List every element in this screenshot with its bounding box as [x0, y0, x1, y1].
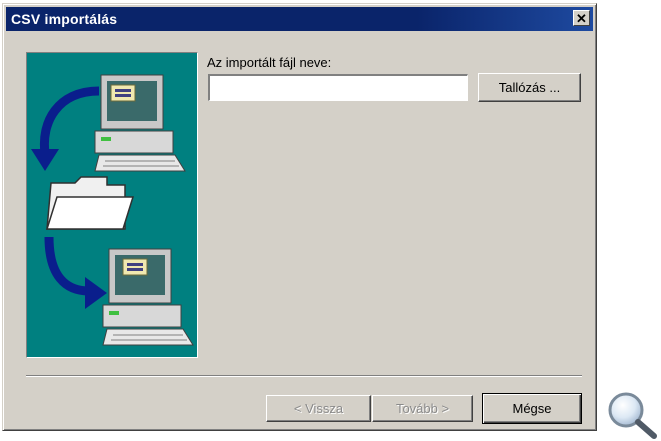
- magnifier-icon[interactable]: [604, 390, 660, 440]
- dialog-title: CSV importálás: [11, 11, 118, 27]
- file-name-input[interactable]: [208, 74, 468, 101]
- back-button[interactable]: < Vissza: [266, 395, 371, 422]
- arrow-icon: [44, 236, 107, 309]
- close-button[interactable]: ✕: [573, 10, 590, 26]
- computer-icon: [102, 248, 194, 346]
- close-icon: ✕: [576, 10, 587, 26]
- next-button[interactable]: Tovább >: [372, 395, 473, 422]
- file-name-label: Az importált fájl neve:: [207, 55, 332, 70]
- folder-icon: [45, 176, 135, 230]
- wizard-illustration: [26, 52, 198, 358]
- computer-icon: [94, 74, 186, 172]
- cancel-button[interactable]: Mégse: [482, 393, 582, 424]
- browse-button[interactable]: Tallózás ...: [478, 73, 581, 102]
- import-illustration: [31, 74, 194, 346]
- arrow-icon: [31, 86, 100, 171]
- title-bar[interactable]: CSV importálás ✕: [6, 7, 593, 31]
- footer-separator: [26, 375, 582, 377]
